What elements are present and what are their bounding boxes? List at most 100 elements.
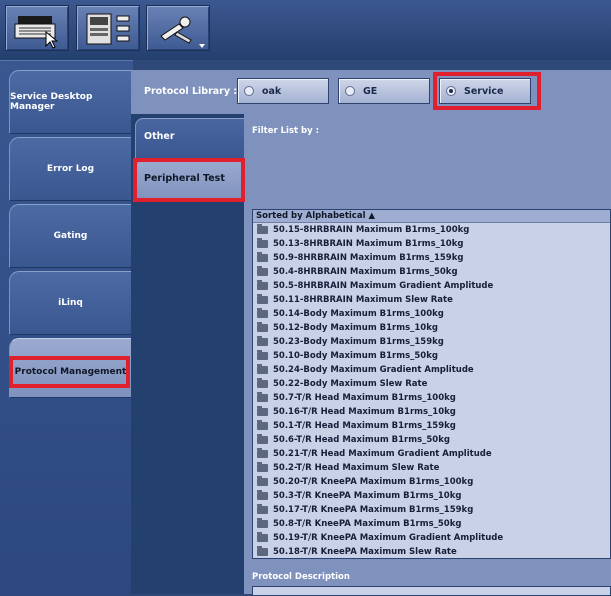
list-item-label: 50.15-8HRBRAIN Maximum B1rms_100kg: [273, 225, 470, 235]
sidebar-item-label: Service Desktop Manager: [10, 92, 93, 112]
list-item[interactable]: 50.13-8HRBRAIN Maximum B1rms_10kg: [253, 237, 610, 251]
list-item[interactable]: 50.19-T/R KneePA Maximum Gradient Amplit…: [253, 531, 610, 545]
folder-icon: [257, 490, 268, 500]
filter-label: Filter List by :: [252, 126, 320, 136]
service-tools-button[interactable]: [146, 5, 210, 51]
list-item[interactable]: 50.10-Body Maximum B1rms_50kg: [253, 349, 610, 363]
printer-button[interactable]: [5, 5, 69, 51]
list-item-label: 50.2-T/R Head Maximum Slew Rate: [273, 463, 440, 473]
radio-icon: [244, 86, 254, 96]
protocol-description-field[interactable]: [252, 586, 611, 596]
library-option-service[interactable]: Service: [439, 78, 531, 104]
list-item[interactable]: 50.17-T/R KneePA Maximum B1rms_159kg: [253, 503, 610, 517]
printer-icon: [14, 16, 59, 49]
list-item-label: 50.14-Body Maximum B1rms_100kg: [273, 309, 444, 319]
library-option-label: Service: [464, 85, 504, 97]
folder-icon: [257, 238, 268, 248]
list-item[interactable]: 50.7-T/R Head Maximum B1rms_100kg: [253, 391, 610, 405]
list-item-label: 50.19-T/R KneePA Maximum Gradient Amplit…: [273, 533, 504, 543]
list-item-label: 50.6-T/R Head Maximum B1rms_50kg: [273, 435, 450, 445]
folder-icon: [257, 448, 268, 458]
folder-icon: [257, 392, 268, 402]
list-item[interactable]: 50.20-T/R KneePA Maximum B1rms_100kg: [253, 475, 610, 489]
list-item[interactable]: 50.22-Body Maximum Slew Rate: [253, 377, 610, 391]
list-item-label: 50.23-Body Maximum B1rms_159kg: [273, 337, 444, 347]
list-item[interactable]: 50.16-T/R Head Maximum B1rms_10kg: [253, 405, 610, 419]
folder-icon: [257, 280, 268, 290]
list-item-label: 50.5-8HRBRAIN Maximum Gradient Amplitude: [273, 281, 494, 291]
folder-icon: [257, 546, 268, 556]
protocol-description-label: Protocol Description: [252, 572, 350, 582]
folder-icon: [257, 322, 268, 332]
list-item[interactable]: 50.9-8HRBRAIN Maximum B1rms_159kg: [253, 251, 610, 265]
library-option-oak[interactable]: oak: [237, 78, 329, 104]
list-item[interactable]: 50.15-8HRBRAIN Maximum B1rms_100kg: [253, 223, 610, 237]
folder-icon: [257, 420, 268, 430]
list-item-label: 50.16-T/R Head Maximum B1rms_10kg: [273, 407, 456, 417]
folder-icon: [257, 476, 268, 486]
folder-icon: [257, 224, 268, 234]
subtab-label: Peripheral Test: [144, 173, 225, 184]
list-item-label: 50.8-T/R KneePA Maximum B1rms_50kg: [273, 519, 462, 529]
folder-icon: [257, 336, 268, 346]
radio-selected-icon: [446, 86, 456, 96]
list-item[interactable]: 50.5-8HRBRAIN Maximum Gradient Amplitude: [253, 279, 610, 293]
folder-icon: [257, 532, 268, 542]
folder-icon: [257, 462, 268, 472]
list-item[interactable]: 50.18-T/R KneePA Maximum Slew Rate: [253, 545, 610, 558]
list-item-label: 50.24-Body Maximum Gradient Amplitude: [273, 365, 474, 375]
sidebar-item-label: iLinq: [58, 298, 83, 308]
sidebar-item-gating[interactable]: Gating: [9, 204, 131, 268]
folder-icon: [257, 378, 268, 388]
list-item[interactable]: 50.14-Body Maximum B1rms_100kg: [253, 307, 610, 321]
folder-icon: [257, 252, 268, 262]
sidebar-item-protocol-management[interactable]: Protocol Management: [9, 338, 131, 398]
list-item[interactable]: 50.11-8HRBRAIN Maximum Slew Rate: [253, 293, 610, 307]
subtab-peripheral-test[interactable]: Peripheral Test: [135, 160, 244, 200]
list-item-label: 50.21-T/R Head Maximum Gradient Amplitud…: [273, 449, 492, 459]
list-item[interactable]: 50.1-T/R Head Maximum B1rms_159kg: [253, 419, 610, 433]
sidebar-item-error-log[interactable]: Error Log: [9, 137, 131, 201]
protocol-library-label: Protocol Library :: [144, 86, 238, 97]
list-item-label: 50.17-T/R KneePA Maximum B1rms_159kg: [273, 505, 474, 515]
list-item-label: 50.7-T/R Head Maximum B1rms_100kg: [273, 393, 456, 403]
sidebar-item-label: Error Log: [46, 164, 95, 174]
list-item[interactable]: 50.23-Body Maximum B1rms_159kg: [253, 335, 610, 349]
list-item-label: 50.4-8HRBRAIN Maximum B1rms_50kg: [273, 267, 458, 277]
list-item[interactable]: 50.6-T/R Head Maximum B1rms_50kg: [253, 433, 610, 447]
scan-setup-icon: [86, 13, 130, 45]
list-item-label: 50.13-8HRBRAIN Maximum B1rms_10kg: [273, 239, 464, 249]
sidebar-item-ilinq[interactable]: iLinq: [9, 271, 131, 335]
list-item-label: 50.12-Body Maximum B1rms_10kg: [273, 323, 438, 333]
list-item-label: 50.1-T/R Head Maximum B1rms_159kg: [273, 421, 456, 431]
list-item[interactable]: 50.3-T/R KneePA Maximum B1rms_10kg: [253, 489, 610, 503]
folder-icon: [257, 406, 268, 416]
list-item[interactable]: 50.12-Body Maximum B1rms_10kg: [253, 321, 610, 335]
folder-icon: [257, 504, 268, 514]
folder-icon: [257, 266, 268, 276]
folder-icon: [257, 364, 268, 374]
list-item-label: 50.3-T/R KneePA Maximum B1rms_10kg: [273, 491, 462, 501]
top-toolbar: [0, 0, 611, 60]
folder-icon: [257, 294, 268, 304]
sort-header[interactable]: Sorted by Alphabetical ▲: [253, 210, 610, 223]
radio-icon: [345, 86, 355, 96]
list-item[interactable]: 50.21-T/R Head Maximum Gradient Amplitud…: [253, 447, 610, 461]
protocol-list[interactable]: Sorted by Alphabetical ▲ 50.15-8HRBRAIN …: [252, 209, 611, 559]
list-item[interactable]: 50.4-8HRBRAIN Maximum B1rms_50kg: [253, 265, 610, 279]
list-item-label: 50.20-T/R KneePA Maximum B1rms_100kg: [273, 477, 474, 487]
scan-setup-button[interactable]: [76, 5, 140, 51]
subtab-label: Other: [144, 131, 175, 142]
wrench-tools-icon: [160, 16, 205, 48]
list-item-label: 50.18-T/R KneePA Maximum Slew Rate: [273, 547, 457, 557]
folder-icon: [257, 518, 268, 528]
folder-icon: [257, 350, 268, 360]
list-item[interactable]: 50.24-Body Maximum Gradient Amplitude: [253, 363, 610, 377]
subtab-other[interactable]: Other: [135, 118, 244, 158]
list-item[interactable]: 50.8-T/R KneePA Maximum B1rms_50kg: [253, 517, 610, 531]
folder-icon: [257, 308, 268, 318]
library-option-ge[interactable]: GE: [338, 78, 430, 104]
sidebar-item-service-desktop-manager[interactable]: Service Desktop Manager: [9, 70, 131, 134]
list-item-label: 50.11-8HRBRAIN Maximum Slew Rate: [273, 295, 453, 305]
list-item[interactable]: 50.2-T/R Head Maximum Slew Rate: [253, 461, 610, 475]
